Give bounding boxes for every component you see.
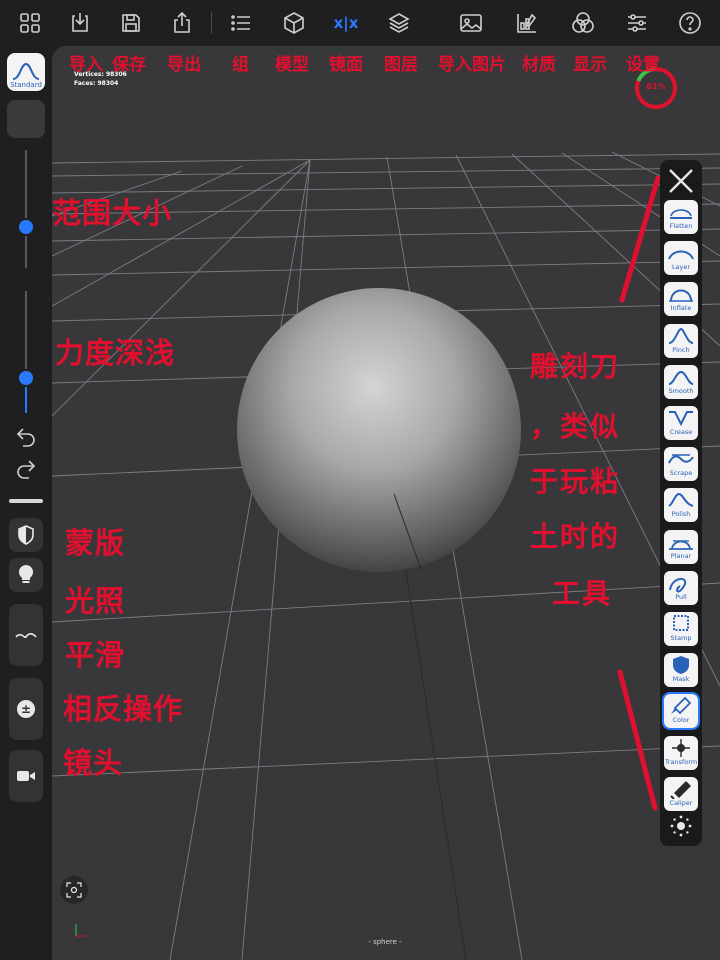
tool-label: Scrape: [669, 469, 693, 478]
tool-inflate[interactable]: Inflate: [664, 282, 698, 317]
flatten-icon: [670, 209, 692, 219]
stamp-icon: [673, 615, 689, 631]
tool-transform[interactable]: Transform: [664, 735, 698, 770]
tool-label: Pull: [675, 592, 687, 601]
tool-label: Transform: [664, 757, 698, 766]
app-root: x|x Vertices: 98306 Faces: 98304 81% 导入 …: [0, 0, 720, 960]
tool-label: Polish: [671, 510, 691, 519]
tool-label: Pinch: [672, 345, 690, 354]
close-tools-icon[interactable]: [664, 164, 698, 198]
tool-stamp[interactable]: Stamp: [664, 612, 698, 646]
crease-icon: [669, 411, 693, 427]
tool-layer[interactable]: Layer: [664, 241, 698, 276]
sculpt-tools-panel: Flatten Layer Inflate Pinch Smooth Crease Scra…: [660, 160, 702, 846]
tool-scrape[interactable]: Scrape: [664, 447, 698, 482]
tool-polish[interactable]: Polish: [664, 488, 698, 523]
pull-icon: [669, 577, 687, 593]
tool-color[interactable]: Color: [662, 692, 700, 731]
tool-planar[interactable]: Planar: [664, 529, 698, 564]
tool-flatten[interactable]: Flatten: [664, 200, 698, 234]
camera-reset-button[interactable]: [60, 876, 88, 904]
tool-label: Smooth: [668, 386, 694, 395]
polish-icon: [668, 493, 694, 508]
tool-label: Mask: [672, 675, 690, 684]
tool-smooth[interactable]: Smooth: [664, 364, 698, 399]
mesh-name-label: - sphere -: [368, 938, 402, 946]
tool-crease[interactable]: Crease: [664, 406, 698, 440]
inflate-icon: [669, 289, 693, 303]
tool-label: Inflate: [670, 304, 692, 313]
gizmo-icon[interactable]: [669, 814, 693, 838]
tool-label: Crease: [669, 428, 693, 436]
color-icon: [671, 697, 692, 715]
mask-icon: [673, 656, 689, 675]
scrape-icon: [668, 454, 694, 464]
focus-camera-icon: [66, 882, 82, 898]
layer-icon: [668, 250, 694, 260]
annotation-arrows: [617, 175, 661, 811]
tool-pull[interactable]: Pull: [664, 570, 698, 605]
tool-label: Flatten: [669, 222, 693, 230]
smooth-icon: [668, 370, 694, 385]
tool-label: Layer: [671, 263, 691, 272]
pinch-icon: [668, 327, 694, 344]
tool-label: Stamp: [670, 634, 692, 642]
planar-icon: [669, 539, 693, 550]
tool-pinch[interactable]: Pinch: [664, 323, 698, 358]
tool-label: Planar: [670, 551, 692, 560]
caliper-icon: [670, 780, 691, 799]
transform-icon: [672, 738, 690, 757]
tool-mask[interactable]: Mask: [664, 653, 698, 688]
tool-label: Caliper: [669, 798, 693, 807]
tool-caliper[interactable]: Caliper: [664, 776, 698, 811]
tool-label: Color: [672, 716, 690, 725]
